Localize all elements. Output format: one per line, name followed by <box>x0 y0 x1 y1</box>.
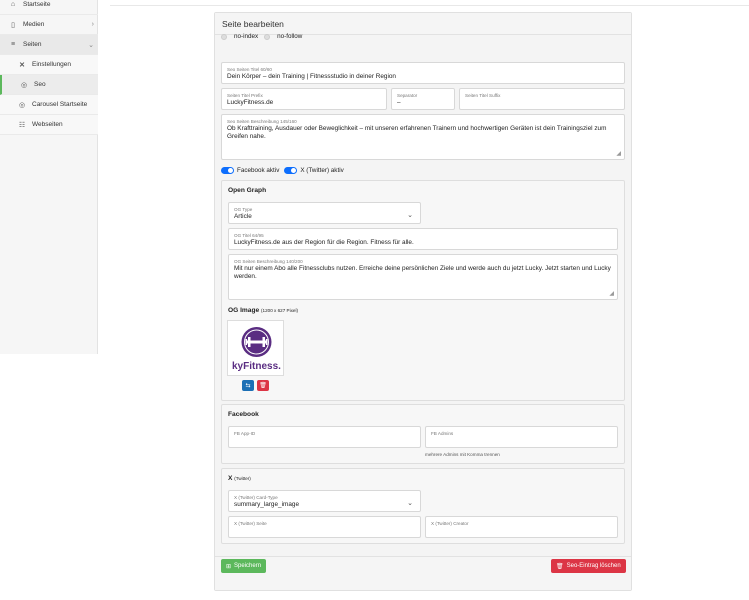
separator-value: – <box>397 99 401 106</box>
twitter-toggle[interactable] <box>284 167 298 174</box>
sidebar-item-label: Seiten <box>23 41 42 48</box>
eye-icon: ◎ <box>20 81 28 89</box>
og-image-heading: OG Image (1200 x 627 Pixel) <box>228 307 298 314</box>
og-type-label: OG Type <box>234 207 253 212</box>
fb-app-id-label: FB App-ID <box>234 431 256 436</box>
twitter-heading: X (Twitter) <box>228 475 251 482</box>
twitter-card-type-value: summary_large_image <box>234 501 299 508</box>
og-title-value: LuckyFitness.de aus der Region für die R… <box>234 239 414 246</box>
twitter-site-field[interactable]: X (Twitter) Seite <box>228 516 421 538</box>
twitter-toggle-label: X (Twitter) aktiv <box>300 167 344 174</box>
grid-icon: ☷ <box>18 121 26 129</box>
fb-app-id-field[interactable]: FB App-ID <box>228 426 421 448</box>
save-button[interactable]: ⊞ Speichern <box>221 559 267 573</box>
resize-handle-icon[interactable]: ◢ <box>609 290 614 297</box>
trash-icon: 🗑 <box>556 563 564 570</box>
title-prefix-value: LuckyFitness.de <box>227 99 274 106</box>
sidebar-item-label: Startseite <box>23 1 51 8</box>
sidebar-item-seo[interactable]: ◎ Seo <box>0 75 98 95</box>
twitter-heading-text: X <box>228 475 233 482</box>
delete-image-button[interactable]: 🗑 <box>257 380 269 391</box>
nofollow-radio[interactable] <box>264 33 271 40</box>
noindex-radio[interactable] <box>221 33 227 40</box>
seo-description-field[interactable]: Seo Seiten Beschreibung 145/160 Ob Kraft… <box>221 114 625 160</box>
title-prefix-field[interactable]: Seiten Titel Prefix LuckyFitness.de <box>221 88 387 110</box>
sidebar-item-webseiten[interactable]: ☷ Webseiten <box>0 115 98 135</box>
chevron-down-icon: ⌄ <box>407 500 413 507</box>
sidebar-item-seiten[interactable]: ≡ Seiten ⌄ <box>0 35 98 55</box>
top-divider <box>110 5 749 6</box>
og-description-label: OG Seiten Beschreibung 140/200 <box>234 259 303 264</box>
delete-seo-entry-label: Seo-Eintrag löschen <box>566 563 621 569</box>
sidebar-item-startseite[interactable]: ⌂ Startseite <box>0 0 98 15</box>
og-description-value: Mit nur einem Abo alle Fitnessclubs nutz… <box>234 265 611 280</box>
home-icon: ⌂ <box>10 1 16 8</box>
list-icon: ≡ <box>10 41 16 48</box>
chevron-down-icon: ⌄ <box>88 41 94 49</box>
sidebar-item-label: Seo <box>34 81 46 88</box>
twitter-creator-label: X (Twitter) Creator <box>431 521 469 526</box>
swap-icon: ⇆ <box>245 383 251 389</box>
sidebar-item-einstellungen[interactable]: ✕ Einstellungen <box>0 55 98 75</box>
sidebar-item-label: Carousel Startseite <box>32 101 88 108</box>
sidebar-item-label: Einstellungen <box>32 61 72 68</box>
facebook-toggle[interactable] <box>221 167 234 174</box>
target-icon: ◎ <box>18 101 26 109</box>
facebook-heading: Facebook <box>228 411 259 418</box>
sidebar-item-carousel[interactable]: ◎ Carousel Startseite <box>0 95 98 115</box>
trash-icon: 🗑 <box>259 383 267 389</box>
seo-title-field[interactable]: Seo Seiten Titel 60/60 Dein Körper – dei… <box>221 62 625 84</box>
fb-admins-field[interactable]: FB Admins <box>425 426 618 448</box>
nofollow-label: no-follow <box>277 33 303 40</box>
og-description-field[interactable]: OG Seiten Beschreibung 140/200 Mit nur e… <box>228 254 618 300</box>
page-title: Seite bearbeiten <box>215 13 631 35</box>
seo-description-value: Ob Krafttraining, Ausdauer oder Beweglic… <box>227 125 607 140</box>
noindex-label: no-index <box>234 33 259 40</box>
chevron-down-icon: ⌄ <box>407 212 413 219</box>
title-prefix-label: Seiten Titel Prefix <box>227 93 263 98</box>
twitter-heading-small: (Twitter) <box>234 476 251 481</box>
seo-title-label: Seo Seiten Titel 60/60 <box>227 67 272 72</box>
separator-label: Separator <box>397 93 418 98</box>
sidebar-item-medien[interactable]: ▯ Medien › <box>0 15 98 35</box>
seo-title-value: Dein Körper – dein Training | Fitnessstu… <box>227 73 396 80</box>
seo-description-label: Seo Seiten Beschreibung 145/160 <box>227 119 297 124</box>
chevron-right-icon: › <box>91 21 94 28</box>
save-icon: ⊞ <box>226 563 232 570</box>
wrench-icon: ✕ <box>19 61 25 69</box>
sidebar-item-label: Medien <box>23 21 45 28</box>
og-heading: Open Graph <box>228 187 267 194</box>
fb-admins-hint: mehrere Admins mit Komma trennen <box>425 452 500 457</box>
title-suffix-field[interactable]: Seiten Titel Suffix <box>459 88 625 110</box>
twitter-card-type-select[interactable]: X (Twitter) Card-Type summary_large_imag… <box>228 490 421 512</box>
og-type-select[interactable]: OG Type Article ⌄ <box>228 202 421 224</box>
robots-options: no-index no-follow <box>221 33 302 40</box>
twitter-site-label: X (Twitter) Seite <box>234 521 267 526</box>
file-icon: ▯ <box>11 21 15 29</box>
og-type-value: Article <box>234 213 252 220</box>
og-title-label: OG Titel 64/95 <box>234 233 264 238</box>
og-image-hint: (1200 x 627 Pixel) <box>261 308 299 313</box>
sidebar-item-label: Webseiten <box>32 121 63 128</box>
twitter-card-type-label: X (Twitter) Card-Type <box>234 495 278 500</box>
sidebar: ⌂ Startseite ▯ Medien › ≡ Seiten ⌄ ✕ Ein… <box>0 0 98 354</box>
resize-handle-icon[interactable]: ◢ <box>616 150 621 157</box>
separator-field[interactable]: Separator – <box>391 88 455 110</box>
og-title-field[interactable]: OG Titel 64/95 LuckyFitness.de aus der R… <box>228 228 618 250</box>
title-suffix-label: Seiten Titel Suffix <box>465 93 501 98</box>
facebook-toggle-label: Facebook aktiv <box>237 167 280 174</box>
og-image-preview[interactable]: kyFitness. <box>227 320 284 376</box>
fb-admins-label: FB Admins <box>431 431 454 436</box>
twitter-creator-field[interactable]: X (Twitter) Creator <box>425 516 618 538</box>
og-image-heading-text: OG Image <box>228 307 260 314</box>
replace-image-button[interactable]: ⇆ <box>242 380 254 391</box>
delete-seo-entry-button[interactable]: 🗑 Seo-Eintrag löschen <box>551 559 626 573</box>
social-toggles: Facebook aktiv X (Twitter) aktiv <box>221 167 344 174</box>
save-button-label: Speichern <box>234 563 262 569</box>
logo-text: kyFitness. <box>232 361 281 372</box>
